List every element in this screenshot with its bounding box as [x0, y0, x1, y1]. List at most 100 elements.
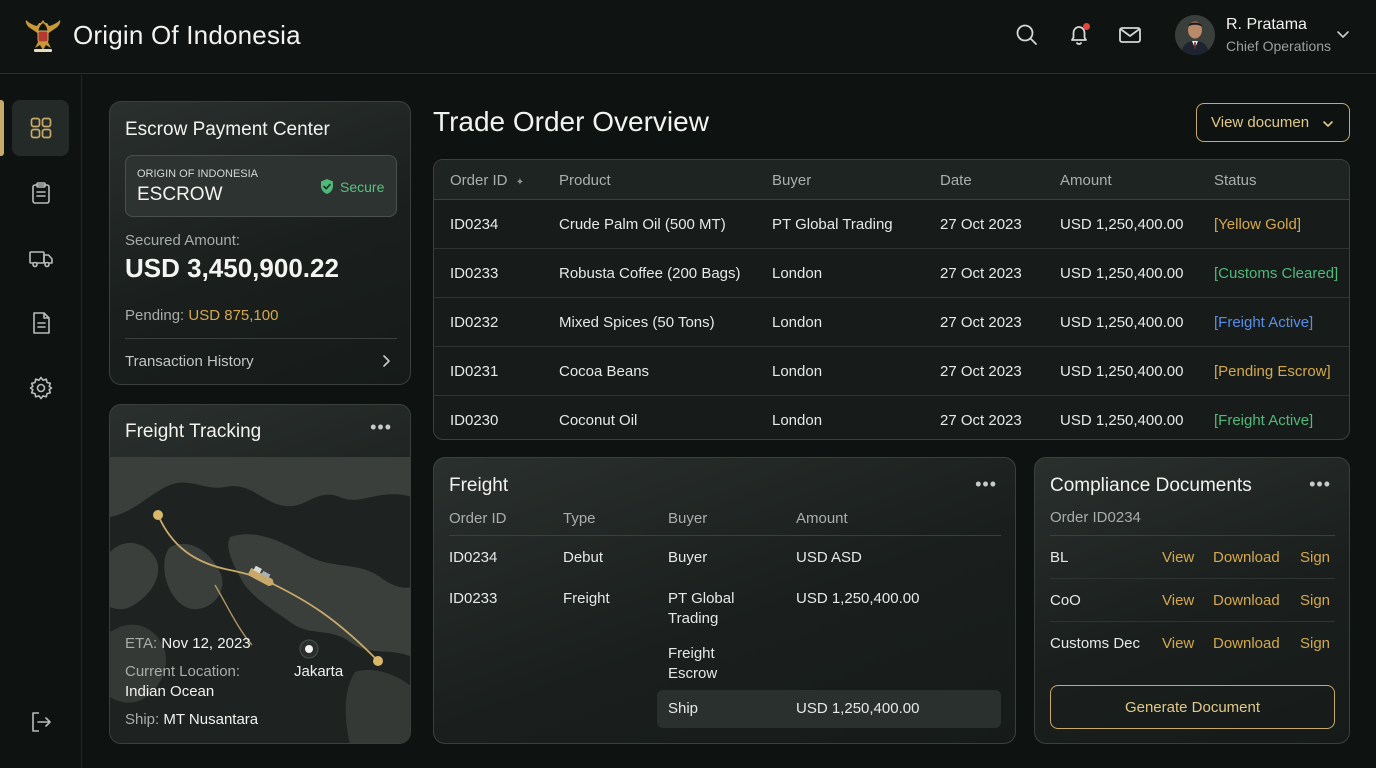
sidebar — [0, 75, 82, 768]
product: Mixed Spices (50 Tons) — [559, 314, 715, 331]
bell-icon[interactable] — [1066, 22, 1092, 48]
dashboard-icon — [30, 117, 51, 139]
amount: USD 1,250,400.00 — [796, 700, 920, 717]
chevron-right-icon — [383, 355, 390, 367]
column-header-buyer: Buyer — [668, 510, 708, 527]
more-options-icon[interactable]: ••• — [975, 474, 997, 495]
map-city-label: Jakarta — [294, 663, 344, 680]
more-options-icon[interactable]: ••• — [1309, 474, 1331, 495]
location-value: Indian Ocean — [125, 683, 215, 700]
amount: USD 1,250,400.00 — [796, 590, 920, 607]
notification-dot — [1083, 23, 1090, 30]
escrow-badge-box: ORIGIN OF INDONESIA ESCROW Secure — [125, 155, 397, 217]
buyer-line-2: Escrow — [668, 665, 718, 682]
buyer-line-1: PT Global — [668, 590, 735, 607]
amount: USD 1,250,400.00 — [1060, 412, 1184, 429]
product: Coconut Oil — [559, 412, 638, 429]
status-badge: [Freight Active] — [1214, 412, 1314, 429]
transaction-history-link[interactable]: Transaction History — [125, 340, 397, 384]
view-link[interactable]: View — [1162, 635, 1194, 652]
date: 27 Oct 2023 — [940, 216, 1022, 233]
sidebar-item-shipping[interactable] — [12, 230, 69, 286]
search-icon[interactable] — [1014, 22, 1040, 48]
eta-label: ETA: — [125, 635, 158, 652]
type: Debut — [563, 549, 604, 566]
clipboard-icon — [31, 182, 50, 204]
document-name: CoO — [1050, 592, 1081, 609]
app-title: Origin Of Indonesia — [73, 20, 301, 50]
mail-icon[interactable] — [1117, 22, 1143, 48]
document-icon — [32, 312, 50, 334]
ship-info: Ship: MT Nusantara — [125, 711, 258, 728]
sidebar-item-logout[interactable] — [12, 694, 69, 750]
view-link[interactable]: View — [1162, 549, 1194, 566]
sidebar-item-orders[interactable] — [12, 165, 69, 221]
column-header-order-id[interactable]: Order ID ✦ — [450, 172, 524, 189]
list-item[interactable]: Ship USD 1,250,400.00 — [657, 690, 1001, 728]
ship-value: MT Nusantara — [163, 711, 259, 728]
eta-info: ETA: Nov 12, 2023 — [125, 635, 251, 652]
freight-card: Freight ••• Order ID Type Buyer Amount I… — [433, 457, 1016, 744]
table-header: Order ID ✦ Product Buyer Date Amount Sta… — [434, 160, 1349, 200]
download-link[interactable]: Download — [1213, 635, 1280, 652]
compliance-order-label: Order ID0234 — [1050, 509, 1141, 526]
order-id: ID0234 — [449, 549, 498, 566]
download-link[interactable]: Download — [1213, 592, 1280, 609]
view-documents-label: View documen — [1211, 114, 1310, 131]
column-header-status: Status — [1214, 172, 1257, 189]
divider — [449, 535, 1001, 536]
sidebar-active-indicator — [0, 100, 4, 156]
download-link[interactable]: Download — [1213, 549, 1280, 566]
order-id: ID0230 — [450, 412, 499, 429]
status-badge: [Freight Active] — [1214, 314, 1314, 331]
avatar[interactable] — [1175, 15, 1215, 55]
sidebar-item-settings[interactable] — [12, 360, 69, 416]
product: Crude Palm Oil (500 MT) — [559, 216, 726, 233]
order-id: ID0234 — [450, 216, 499, 233]
date: 27 Oct 2023 — [940, 314, 1022, 331]
sign-link[interactable]: Sign — [1300, 592, 1330, 609]
pending-amount: Pending: USD 875,100 — [125, 307, 278, 324]
column-header-amount: Amount — [796, 510, 848, 527]
sidebar-item-documents[interactable] — [12, 295, 69, 351]
chevron-down-icon — [1323, 121, 1333, 127]
amount: USD 1,250,400.00 — [1060, 265, 1184, 282]
table-row[interactable]: ID0233 Robusta Coffee (200 Bags) London … — [434, 249, 1349, 298]
compliance-title: Compliance Documents — [1050, 475, 1252, 496]
compliance-card: Compliance Documents ••• Order ID0234 BL… — [1034, 457, 1350, 744]
top-header: Origin Of Indonesia R. Pratama Chief Ope… — [0, 0, 1376, 74]
generate-document-button[interactable]: Generate Document — [1050, 685, 1335, 729]
buyer: PT Global Trading — [772, 216, 893, 233]
page-title: Trade Order Overview — [433, 106, 709, 137]
sidebar-item-dashboard[interactable] — [12, 100, 69, 156]
table-row[interactable]: ID0232 Mixed Spices (50 Tons) London 27 … — [434, 298, 1349, 347]
escrow-brand-label: ORIGIN OF INDONESIA — [137, 168, 259, 180]
column-header-product: Product — [559, 172, 611, 189]
gear-icon — [29, 376, 52, 400]
pending-label: Pending: — [125, 307, 185, 324]
status-badge: [Yellow Gold] — [1214, 216, 1301, 233]
order-id: ID0233 — [450, 265, 499, 282]
buyer: Ship — [668, 700, 699, 717]
buyer: London — [772, 265, 823, 282]
list-item: CoO View Download Sign — [1050, 579, 1335, 622]
status-badge: [Customs Cleared] — [1214, 265, 1339, 282]
table-row[interactable]: ID0234 Crude Palm Oil (500 MT) PT Global… — [434, 200, 1349, 249]
buyer: London — [772, 363, 823, 380]
table-row[interactable]: ID0231 Cocoa Beans London 27 Oct 2023 US… — [434, 347, 1349, 396]
date: 27 Oct 2023 — [940, 265, 1022, 282]
secure-label: Secure — [340, 178, 385, 195]
more-options-icon[interactable]: ••• — [370, 417, 392, 438]
buyer-line-1: Freight — [668, 645, 715, 662]
view-link[interactable]: View — [1162, 592, 1194, 609]
sign-link[interactable]: Sign — [1300, 549, 1330, 566]
tracking-map[interactable] — [110, 457, 411, 744]
chevron-down-icon[interactable] — [1335, 26, 1351, 42]
column-header-order-id: Order ID — [449, 510, 507, 527]
trade-order-table: Order ID ✦ Product Buyer Date Amount Sta… — [433, 159, 1350, 440]
date: 27 Oct 2023 — [940, 412, 1022, 429]
table-row[interactable]: ID0230 Coconut Oil London 27 Oct 2023 US… — [434, 396, 1349, 439]
view-documents-dropdown[interactable]: View documen — [1196, 103, 1350, 142]
sign-link[interactable]: Sign — [1300, 635, 1330, 652]
eta-value: Nov 12, 2023 — [161, 635, 251, 652]
